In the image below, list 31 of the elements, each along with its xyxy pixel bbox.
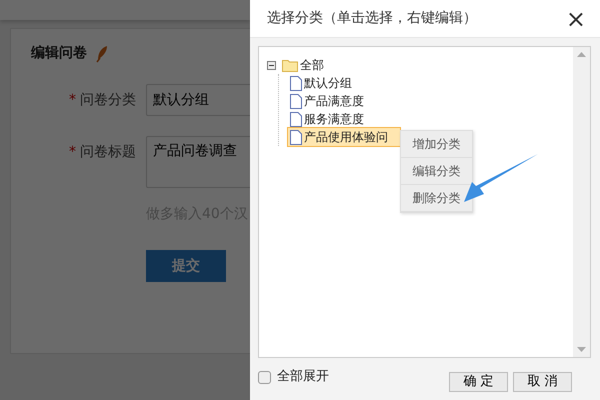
file-icon: [290, 130, 302, 144]
checkbox-label[interactable]: 全部展开: [277, 367, 329, 387]
scrollbar[interactable]: [573, 47, 590, 357]
tree-item[interactable]: 服务满意度: [287, 109, 367, 129]
scroll-up-icon[interactable]: [577, 52, 586, 57]
file-icon: [290, 76, 302, 90]
title-field[interactable]: 产品问卷调查: [146, 136, 250, 188]
confirm-button[interactable]: 确 定: [449, 372, 508, 392]
tree-item[interactable]: 全部: [279, 55, 327, 75]
menu-item[interactable]: 增加分类: [401, 131, 472, 158]
menu-item[interactable]: 编辑分类: [401, 158, 472, 185]
close-button[interactable]: ×: [562, 6, 590, 30]
required-mark: *: [69, 92, 76, 108]
required-mark: *: [69, 144, 76, 160]
field-label: * 问卷标题: [68, 143, 137, 162]
file-icon: [290, 112, 302, 126]
field-label: * 问卷分类: [68, 91, 137, 110]
form-title: 编辑问卷: [31, 44, 87, 63]
folder-icon: [282, 58, 298, 72]
tree-item[interactable]: 默认分组: [287, 73, 355, 93]
tree-item[interactable]: 产品满意度: [287, 91, 367, 111]
collapse-toggle[interactable]: [267, 60, 276, 70]
cancel-button[interactable]: 取 消: [513, 372, 572, 392]
category-field[interactable]: 默认分组: [146, 84, 250, 116]
menu-item[interactable]: 删除分类: [401, 185, 472, 212]
checkbox[interactable]: [258, 370, 271, 384]
tree-item[interactable]: 产品使用体验问: [287, 127, 401, 147]
scroll-down-icon[interactable]: [577, 347, 586, 352]
file-icon: [290, 94, 302, 108]
dialog-title: 选择分类（单击选择，右键编辑）: [267, 9, 477, 28]
feather-icon: [95, 44, 109, 62]
